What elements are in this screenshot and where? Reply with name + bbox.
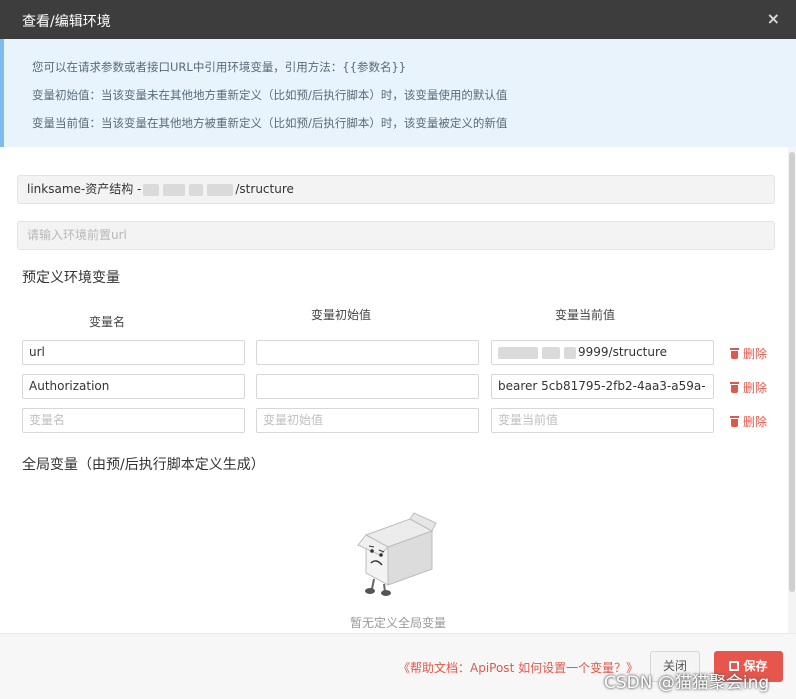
delete-label: 删除 xyxy=(743,381,768,395)
var-initial-input[interactable] xyxy=(256,374,479,399)
trash-icon xyxy=(730,416,740,427)
trash-icon xyxy=(730,382,740,393)
var-name-input[interactable]: Authorization xyxy=(22,374,245,399)
delete-label: 删除 xyxy=(743,415,768,429)
redacted-block xyxy=(564,346,576,359)
delete-button[interactable]: 删除 xyxy=(730,379,767,396)
new-var-initial-input[interactable]: 变量初始值 xyxy=(256,408,479,433)
watermark: CSDN @猫猫聚会ing xyxy=(604,673,770,693)
redacted-block xyxy=(207,183,234,196)
redacted-block xyxy=(143,183,160,196)
var-current-input[interactable]: bearer 5cb81795-2fb2-4aa3-a59a- xyxy=(491,374,714,399)
help-doc-link[interactable]: 《帮助文档：ApiPost 如何设置一个变量？》 xyxy=(398,659,638,676)
var-current-input[interactable]: 9999/structure xyxy=(491,340,714,365)
info-line-initial: 变量初始值：当该变量未在其他地方重新定义（比如预/后执行脚本）时，该变量使用的默… xyxy=(32,88,508,102)
info-line-current: 变量当前值：当该变量在其他地方被重新定义（比如预/后执行脚本）时，该变量被定义的… xyxy=(32,116,508,130)
global-vars-title: 全局变量（由预/后执行脚本定义生成） xyxy=(22,457,265,473)
var-name-input[interactable]: url xyxy=(22,340,245,365)
var-initial-input[interactable] xyxy=(256,340,479,365)
close-icon[interactable]: × xyxy=(767,9,780,28)
env-name-prefix: linksame-资产结构 - xyxy=(27,182,142,196)
empty-state-text: 暂无定义全局变量 xyxy=(349,616,446,630)
delete-button[interactable]: 删除 xyxy=(730,345,767,362)
new-var-current-input[interactable]: 变量当前值 xyxy=(491,408,714,433)
info-line-reference: 您可以在请求参数或者接口URL中引用环境变量，引用方法：{{参数名}} xyxy=(32,60,407,74)
env-url-input[interactable]: 请输入环境前置url xyxy=(17,221,775,250)
trash-icon xyxy=(730,348,740,359)
redacted-block xyxy=(163,183,186,196)
redacted-block xyxy=(498,346,538,359)
dialog-title: 查看/编辑环境 xyxy=(22,14,111,30)
env-name-input[interactable]: linksame-资产结构 - /structure xyxy=(17,175,775,204)
col-header-name: 变量名 xyxy=(88,315,125,329)
col-header-initial: 变量初始值 xyxy=(310,308,371,322)
env-name-suffix: /structure xyxy=(235,182,294,196)
col-header-current: 变量当前值 xyxy=(554,308,615,322)
new-var-name-input[interactable]: 变量名 xyxy=(22,408,245,433)
info-panel: 您可以在请求参数或者接口URL中引用环境变量，引用方法：{{参数名}} 变量初始… xyxy=(0,39,796,147)
scrollbar-thumb[interactable] xyxy=(789,152,795,592)
dialog-titlebar: 查看/编辑环境 × xyxy=(0,0,796,39)
redacted-block xyxy=(189,183,204,196)
delete-label: 删除 xyxy=(743,347,768,361)
delete-button[interactable]: 删除 xyxy=(730,413,767,430)
redacted-block xyxy=(542,346,560,359)
predefined-vars-title: 预定义环境变量 xyxy=(22,270,120,286)
var-current-value: 9999/structure xyxy=(578,345,668,359)
empty-box-illustration xyxy=(357,512,437,596)
